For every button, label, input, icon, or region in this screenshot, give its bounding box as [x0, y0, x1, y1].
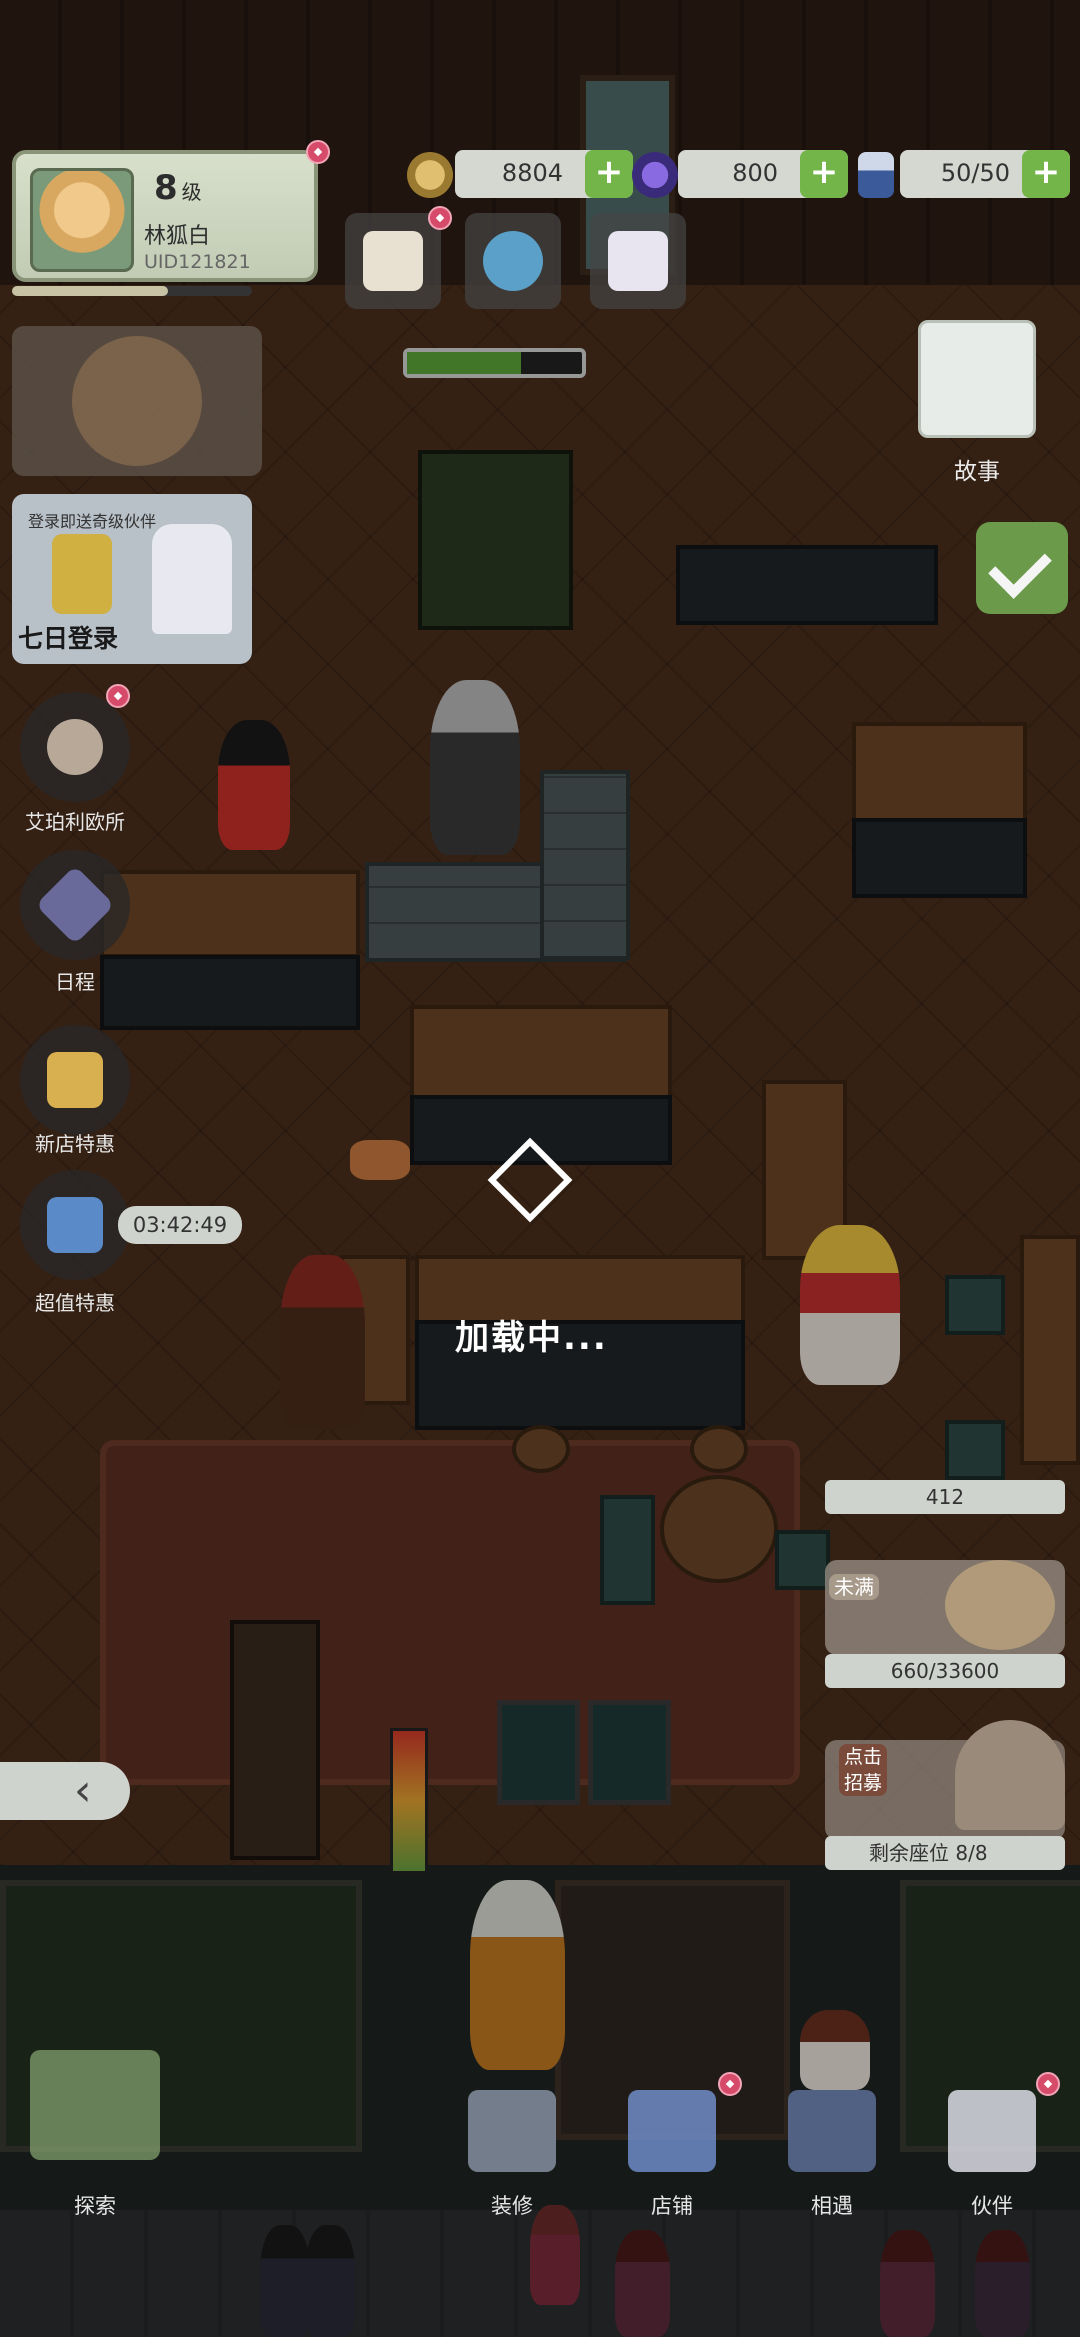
nav-explore-label: 探索	[74, 2194, 116, 2218]
gem-counter: 800 +	[678, 150, 848, 198]
encounter-frame-icon	[788, 2090, 876, 2172]
seven-day-label: 七日登录	[18, 624, 119, 653]
collapse-tab-button[interactable]: ‹	[0, 1762, 130, 1820]
chat-icon	[483, 231, 543, 291]
notification-dot-icon	[306, 140, 330, 164]
chevron-left-icon: ‹	[74, 1765, 92, 1816]
xp-bar	[12, 286, 252, 296]
player-name: 林狐白	[144, 224, 211, 249]
flower-icon	[52, 534, 112, 614]
hammer-icon	[468, 2090, 556, 2172]
status-tag: 未满	[829, 1574, 879, 1600]
partner-portrait	[152, 524, 232, 634]
seven-day-banner-text: 登录即送奇级伙伴	[28, 512, 157, 531]
xp-bar-fill	[12, 286, 168, 296]
nav-shop-label: 店铺	[651, 2194, 693, 2218]
schedule-button[interactable]	[20, 850, 130, 960]
notification-dot-icon	[428, 206, 452, 230]
gift-icon	[47, 1052, 103, 1108]
nav-decorate-label: 装修	[491, 2194, 533, 2218]
nav-partners[interactable]: 伙伴	[932, 2080, 1052, 2218]
story-button[interactable]: 故事	[918, 320, 1036, 485]
apolio-button[interactable]	[20, 692, 130, 802]
seats-value: 剩余座位 8/8	[869, 1841, 988, 1865]
add-coins-button[interactable]: +	[585, 150, 633, 198]
player-uid: UID121821	[144, 251, 251, 273]
energy-counter: 50/50 +	[900, 150, 1070, 198]
tips-counter: 412	[825, 1480, 1065, 1514]
nav-shop[interactable]: 店铺	[612, 2080, 732, 2218]
schedule-badge-icon	[35, 865, 115, 945]
nav-partners-label: 伙伴	[971, 2194, 1013, 2218]
energy-bottle-icon	[858, 152, 894, 198]
gift-box-icon	[47, 1197, 103, 1253]
new-shop-deal-label: 新店特惠	[35, 1132, 115, 1156]
schedule-label: 日程	[55, 970, 95, 994]
player-profile-card[interactable]: 8级 林狐白 UID121821	[12, 150, 318, 282]
mail-button[interactable]	[590, 213, 686, 309]
event-emblem-button[interactable]	[12, 326, 262, 476]
storefront-icon	[628, 2090, 716, 2172]
tips-value: 412	[925, 1485, 965, 1509]
pinwheel-icon	[30, 2050, 160, 2160]
notification-dot-icon	[1036, 2072, 1060, 2096]
gem-value: 800	[732, 159, 778, 187]
loading-text: 加载中...	[455, 1318, 608, 1358]
coin-value: 8804	[501, 159, 563, 187]
new-shop-deal-button[interactable]	[20, 1025, 130, 1135]
mail-icon	[608, 231, 668, 291]
story-book-icon	[918, 320, 1036, 438]
recruit-panel[interactable]: 点击招募	[825, 1720, 1065, 1840]
add-energy-button[interactable]: +	[1022, 150, 1070, 198]
level-number: 8	[154, 168, 178, 208]
checkmark-icon[interactable]	[976, 522, 1068, 614]
seats-counter: 剩余座位 8/8	[825, 1836, 1065, 1870]
piggy-bank-icon	[945, 1560, 1055, 1650]
gem-icon	[632, 152, 678, 198]
notification-dot-icon	[718, 2072, 742, 2096]
savings-counter: 660/33600	[825, 1654, 1065, 1688]
avatar[interactable]	[30, 168, 134, 272]
coin-counter: 8804 +	[455, 150, 633, 198]
coin-icon	[407, 152, 453, 198]
owl-icon	[47, 719, 103, 775]
story-label: 故事	[954, 459, 1000, 485]
notification-dot-icon	[106, 684, 130, 708]
nav-decorate[interactable]: 装修	[452, 2080, 572, 2218]
wheat-emblem-icon	[72, 336, 202, 466]
energy-value: 50/50	[940, 159, 1010, 187]
cats-button[interactable]	[345, 213, 441, 309]
value-deal-button[interactable]	[20, 1170, 130, 1280]
recruit-tag: 点击招募	[839, 1744, 887, 1796]
nav-encounter-label: 相遇	[811, 2194, 853, 2218]
add-gems-button[interactable]: +	[800, 150, 848, 198]
value-deal-label: 超值特惠	[35, 1291, 115, 1315]
nav-explore[interactable]: 探索	[20, 2050, 170, 2218]
seven-day-login-button[interactable]: 登录即送奇级伙伴 七日登录	[12, 494, 252, 664]
nav-encounter[interactable]: 相遇	[772, 2080, 892, 2218]
cats-icon	[363, 231, 423, 291]
deal-timer: 03:42:49	[118, 1206, 242, 1244]
partner-card-icon	[948, 2090, 1036, 2172]
savings-value: 660/33600	[890, 1659, 1000, 1683]
apolio-label: 艾珀利欧所	[25, 810, 125, 834]
service-bell-icon	[955, 1720, 1065, 1830]
player-level: 8级	[154, 168, 202, 208]
piggy-bank-panel[interactable]: 未满	[825, 1560, 1065, 1655]
chat-button[interactable]	[465, 213, 561, 309]
level-unit: 级	[181, 180, 202, 204]
